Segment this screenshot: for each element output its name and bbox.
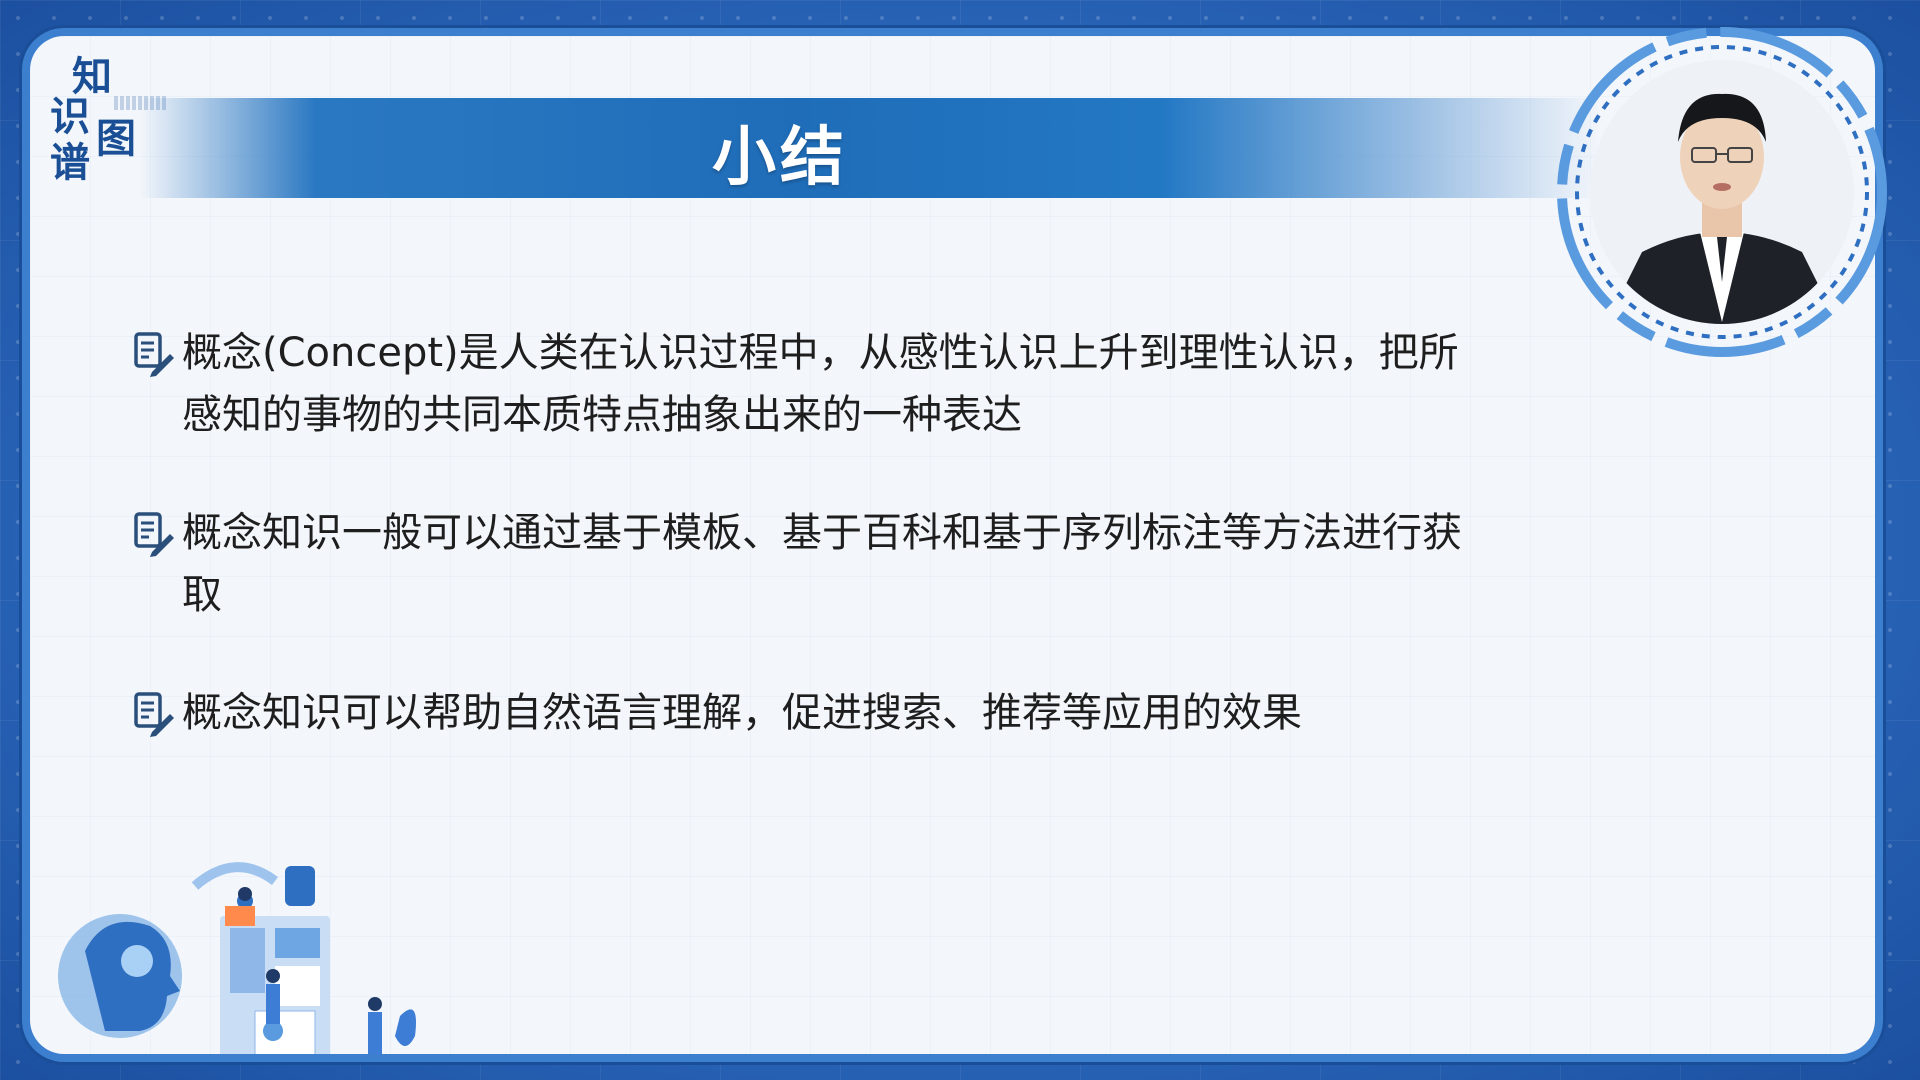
bullet-list: 概念(Concept)是人类在认识过程中，从感性认识上升到理性认识，把所感知的事… (132, 322, 1492, 800)
slide-title: 小结 (712, 121, 848, 195)
logo-char-4: 谱 (50, 140, 90, 186)
bullet-item: 概念知识一般可以通过基于模板、基于百科和基于序列标注等方法进行获取 (132, 502, 1492, 626)
bullet-item: 概念(Concept)是人类在认识过程中，从感性认识上升到理性认识，把所感知的事… (132, 322, 1492, 446)
ai-illustration (58, 862, 416, 1054)
note-pen-icon (134, 512, 174, 557)
bullet-text: 概念(Concept)是人类在认识过程中，从感性认识上升到理性认识，把所感知的事… (182, 330, 1459, 438)
bullet-item: 概念知识可以帮助自然语言理解，促进搜索、推荐等应用的效果 (132, 682, 1492, 744)
logo-char-3: 图 (96, 116, 136, 162)
presenter-video-circle (1557, 27, 1887, 357)
title-banner: 小结 (140, 98, 1600, 198)
note-pen-icon (134, 692, 174, 737)
bullet-text: 概念知识一般可以通过基于模板、基于百科和基于序列标注等方法进行获取 (182, 510, 1462, 618)
bullet-text: 概念知识可以帮助自然语言理解，促进搜索、推荐等应用的效果 (182, 690, 1302, 736)
note-pen-icon (134, 332, 174, 377)
